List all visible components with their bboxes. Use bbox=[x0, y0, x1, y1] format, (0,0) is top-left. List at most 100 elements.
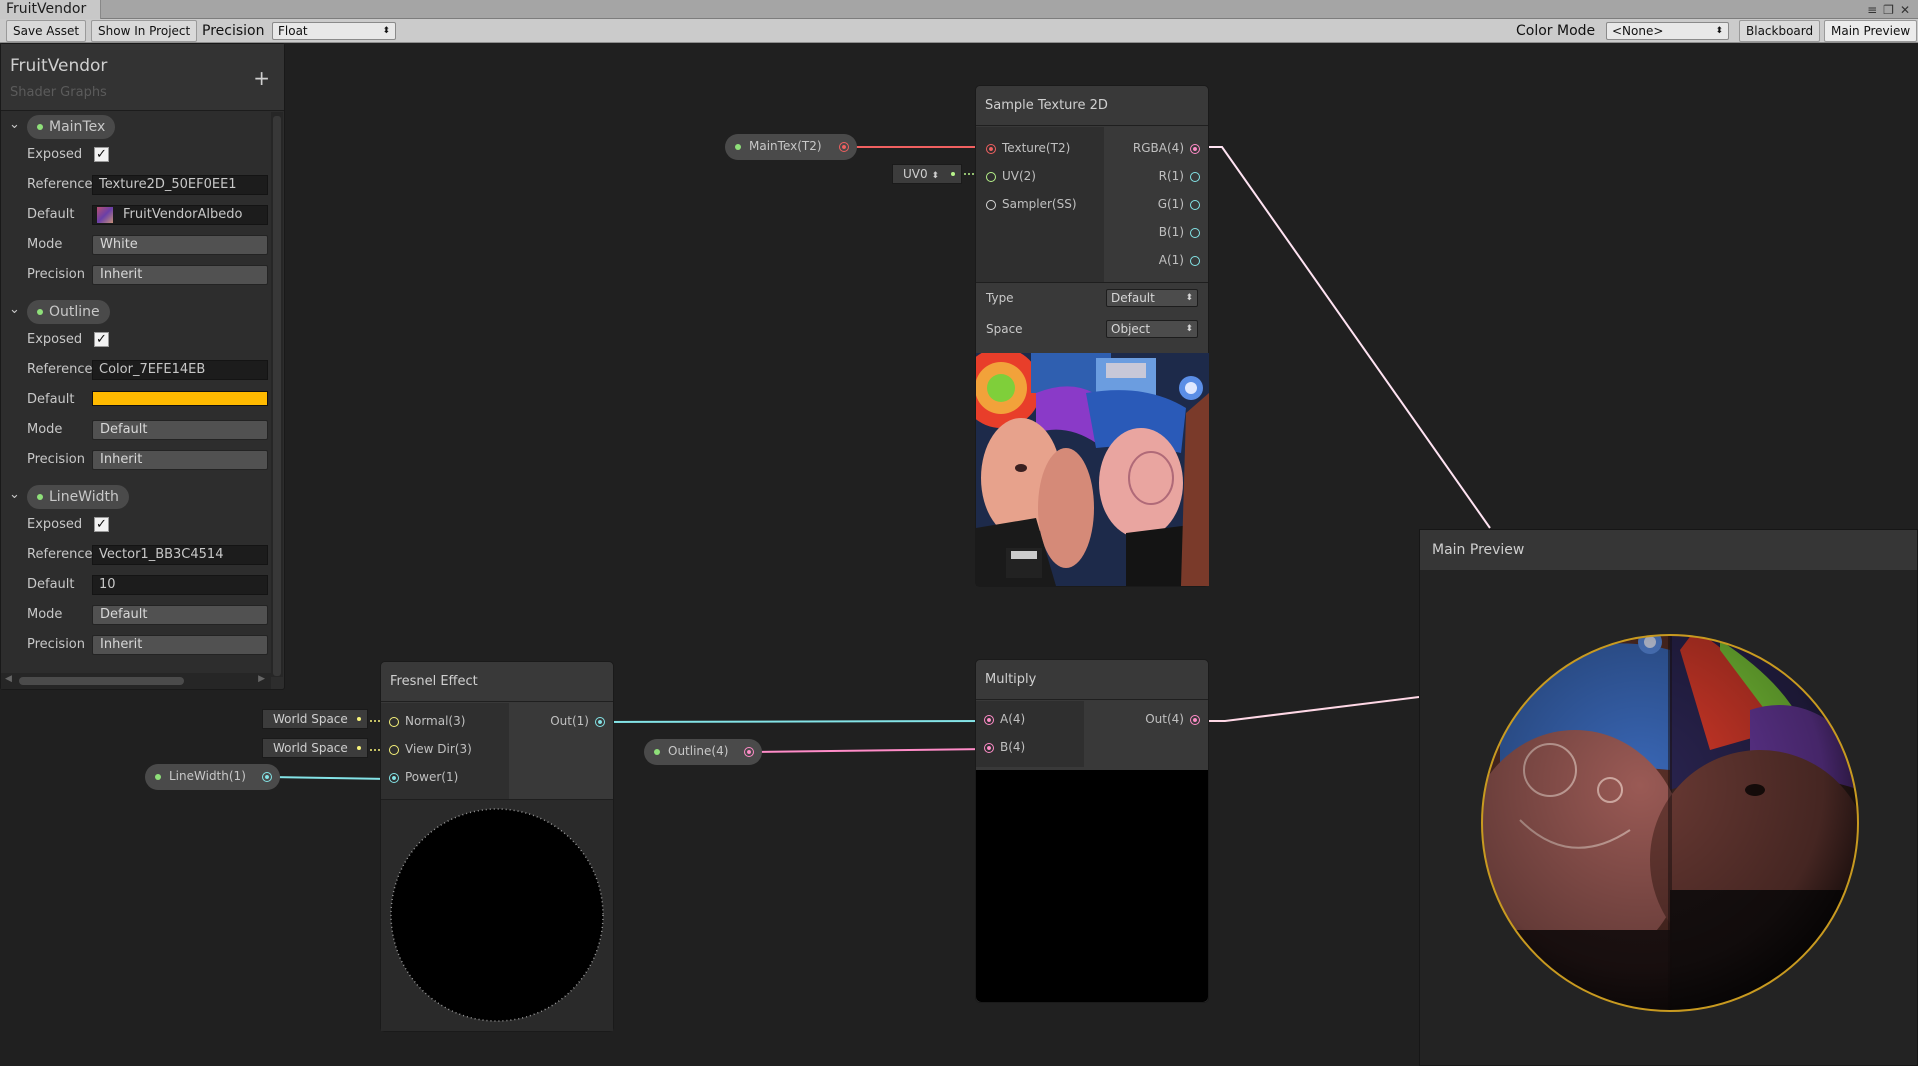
port-circle[interactable] bbox=[984, 715, 994, 725]
port-label: R(1) bbox=[1158, 169, 1184, 183]
multiply-node[interactable]: Multiply A(4) B(4) Out(4) bbox=[975, 659, 1209, 1003]
r-output-port[interactable]: R(1) bbox=[1110, 166, 1200, 188]
node-header[interactable]: Sample Texture 2D bbox=[976, 86, 1208, 126]
float-output-port[interactable] bbox=[262, 772, 272, 782]
outline-property-node[interactable]: Outline(4) bbox=[644, 739, 762, 765]
property-dot-icon bbox=[37, 124, 43, 130]
multiply-output-port[interactable]: Out(4) bbox=[1120, 709, 1200, 731]
mode-dropdown[interactable]: White bbox=[92, 235, 268, 255]
reference-field[interactable]: Color_7EFE14EB bbox=[92, 360, 268, 380]
texture-field[interactable]: FruitVendorAlbedo bbox=[92, 205, 268, 225]
property-pill[interactable]: Outline bbox=[27, 300, 110, 324]
port-circle[interactable] bbox=[389, 745, 399, 755]
normal-space-dropdown[interactable]: World Space bbox=[262, 709, 368, 729]
default-value-field[interactable]: 10 bbox=[92, 575, 268, 595]
default-label: Default bbox=[27, 392, 75, 407]
edge-fresnel-multiply bbox=[604, 720, 990, 723]
default-label: Default bbox=[27, 577, 75, 592]
fresnel-preview-image bbox=[381, 800, 613, 1031]
port-circle[interactable] bbox=[389, 773, 399, 783]
horizontal-scrollbar[interactable]: ◀ ▶ bbox=[1, 673, 271, 689]
port-circle[interactable] bbox=[1190, 200, 1200, 210]
linewidth-property-node[interactable]: LineWidth(1) bbox=[145, 764, 280, 790]
mode-dropdown[interactable]: Default bbox=[92, 605, 268, 625]
scroll-right-icon[interactable]: ▶ bbox=[258, 674, 265, 684]
property-pill[interactable]: LineWidth bbox=[27, 485, 129, 509]
node-header[interactable]: Multiply bbox=[976, 660, 1208, 700]
port-circle[interactable] bbox=[595, 717, 605, 727]
node-header[interactable]: Fresnel Effect bbox=[381, 662, 613, 702]
uv-connector-dot bbox=[951, 172, 955, 176]
port-circle[interactable] bbox=[1190, 228, 1200, 238]
chevron-down-icon[interactable]: ⌄ bbox=[9, 117, 20, 132]
port-circle[interactable] bbox=[389, 717, 399, 727]
uv-inline-dropdown[interactable]: UV0 ⬍ bbox=[892, 164, 962, 184]
scrollbar-thumb[interactable] bbox=[19, 677, 184, 685]
viewdir-space-dropdown[interactable]: World Space bbox=[262, 738, 368, 758]
linewidth-node-label: LineWidth(1) bbox=[169, 769, 246, 783]
g-output-port[interactable]: G(1) bbox=[1110, 194, 1200, 216]
reference-field[interactable]: Texture2D_50EF0EE1 bbox=[92, 175, 268, 195]
exposed-checkbox[interactable]: ✓ bbox=[94, 332, 109, 347]
node-divider bbox=[976, 282, 1208, 283]
property-name: MainTex bbox=[49, 119, 106, 135]
row-exposed: Exposed ✓ bbox=[1, 512, 273, 538]
edge-linewidth-power bbox=[269, 776, 394, 780]
node-title: Sample Texture 2D bbox=[985, 98, 1108, 113]
port-circle[interactable] bbox=[986, 200, 996, 210]
port-circle[interactable] bbox=[1190, 144, 1200, 154]
color-swatch[interactable] bbox=[92, 391, 268, 406]
main-preview-panel[interactable]: Main Preview bbox=[1419, 529, 1918, 1066]
reference-label: Reference bbox=[27, 362, 93, 377]
row-default: Default bbox=[1, 387, 273, 413]
precision-dropdown[interactable]: Inherit bbox=[92, 450, 268, 470]
texture-output-port[interactable] bbox=[839, 142, 849, 152]
port-circle[interactable] bbox=[1190, 256, 1200, 266]
type-dropdown[interactable]: Default ⬍ bbox=[1106, 289, 1198, 307]
port-circle[interactable] bbox=[986, 144, 996, 154]
row-mode: Mode White bbox=[1, 232, 273, 258]
vertical-scrollbar[interactable] bbox=[271, 112, 283, 677]
chevron-down-icon[interactable]: ⌄ bbox=[9, 302, 20, 317]
dropdown-arrow-icon: ⬍ bbox=[1185, 293, 1193, 303]
a-output-port[interactable]: A(1) bbox=[1110, 250, 1200, 272]
dropdown-arrow-icon: ⬍ bbox=[1185, 324, 1193, 334]
property-dot-icon bbox=[155, 774, 161, 780]
vector4-output-port[interactable] bbox=[744, 747, 754, 757]
chevron-down-icon[interactable]: ⌄ bbox=[9, 487, 20, 502]
main-preview-sphere[interactable] bbox=[1480, 630, 1860, 1020]
main-preview-header[interactable]: Main Preview bbox=[1420, 530, 1917, 570]
port-label: G(1) bbox=[1157, 197, 1184, 211]
row-reference: Reference Texture2D_50EF0EE1 bbox=[1, 172, 273, 198]
fresnel-effect-node[interactable]: Fresnel Effect Normal(3) View Dir(3) Pow… bbox=[380, 661, 614, 1032]
port-circle[interactable] bbox=[984, 743, 994, 753]
reference-field[interactable]: Vector1_BB3C4514 bbox=[92, 545, 268, 565]
b-output-port[interactable]: B(1) bbox=[1110, 222, 1200, 244]
property-header-linewidth[interactable]: ⌄ LineWidth bbox=[1, 482, 273, 512]
row-default: Default FruitVendorAlbedo bbox=[1, 202, 273, 228]
rgba-output-port[interactable]: RGBA(4) bbox=[1110, 138, 1200, 160]
property-header-outline[interactable]: ⌄ Outline bbox=[1, 297, 273, 327]
scrollbar-thumb[interactable] bbox=[273, 116, 281, 676]
property-pill[interactable]: MainTex bbox=[27, 115, 116, 139]
texture-preview-image bbox=[976, 353, 1209, 586]
exposed-label: Exposed bbox=[27, 332, 83, 347]
port-circle[interactable] bbox=[1190, 715, 1200, 725]
mode-dropdown[interactable]: Default bbox=[92, 420, 268, 440]
scroll-left-icon[interactable]: ◀ bbox=[5, 674, 12, 684]
property-header-maintex[interactable]: ⌄ MainTex bbox=[1, 112, 273, 142]
exposed-checkbox[interactable]: ✓ bbox=[94, 147, 109, 162]
maintex-property-node[interactable]: MainTex(T2) bbox=[725, 134, 857, 160]
fresnel-output-port[interactable]: Out(1) bbox=[525, 711, 605, 733]
sample-texture-2d-node[interactable]: Sample Texture 2D Texture(T2) UV(2) Samp… bbox=[975, 85, 1209, 587]
exposed-checkbox[interactable]: ✓ bbox=[94, 517, 109, 532]
port-circle[interactable] bbox=[1190, 172, 1200, 182]
port-label: B(1) bbox=[1158, 225, 1184, 239]
dropdown-arrow-icon: ⬍ bbox=[931, 171, 940, 181]
space-dropdown[interactable]: Object ⬍ bbox=[1106, 320, 1198, 338]
port-circle[interactable] bbox=[986, 172, 996, 182]
add-property-icon[interactable]: + bbox=[253, 66, 270, 90]
exposed-label: Exposed bbox=[27, 517, 83, 532]
precision-dropdown[interactable]: Inherit bbox=[92, 635, 268, 655]
precision-dropdown[interactable]: Inherit bbox=[92, 265, 268, 285]
